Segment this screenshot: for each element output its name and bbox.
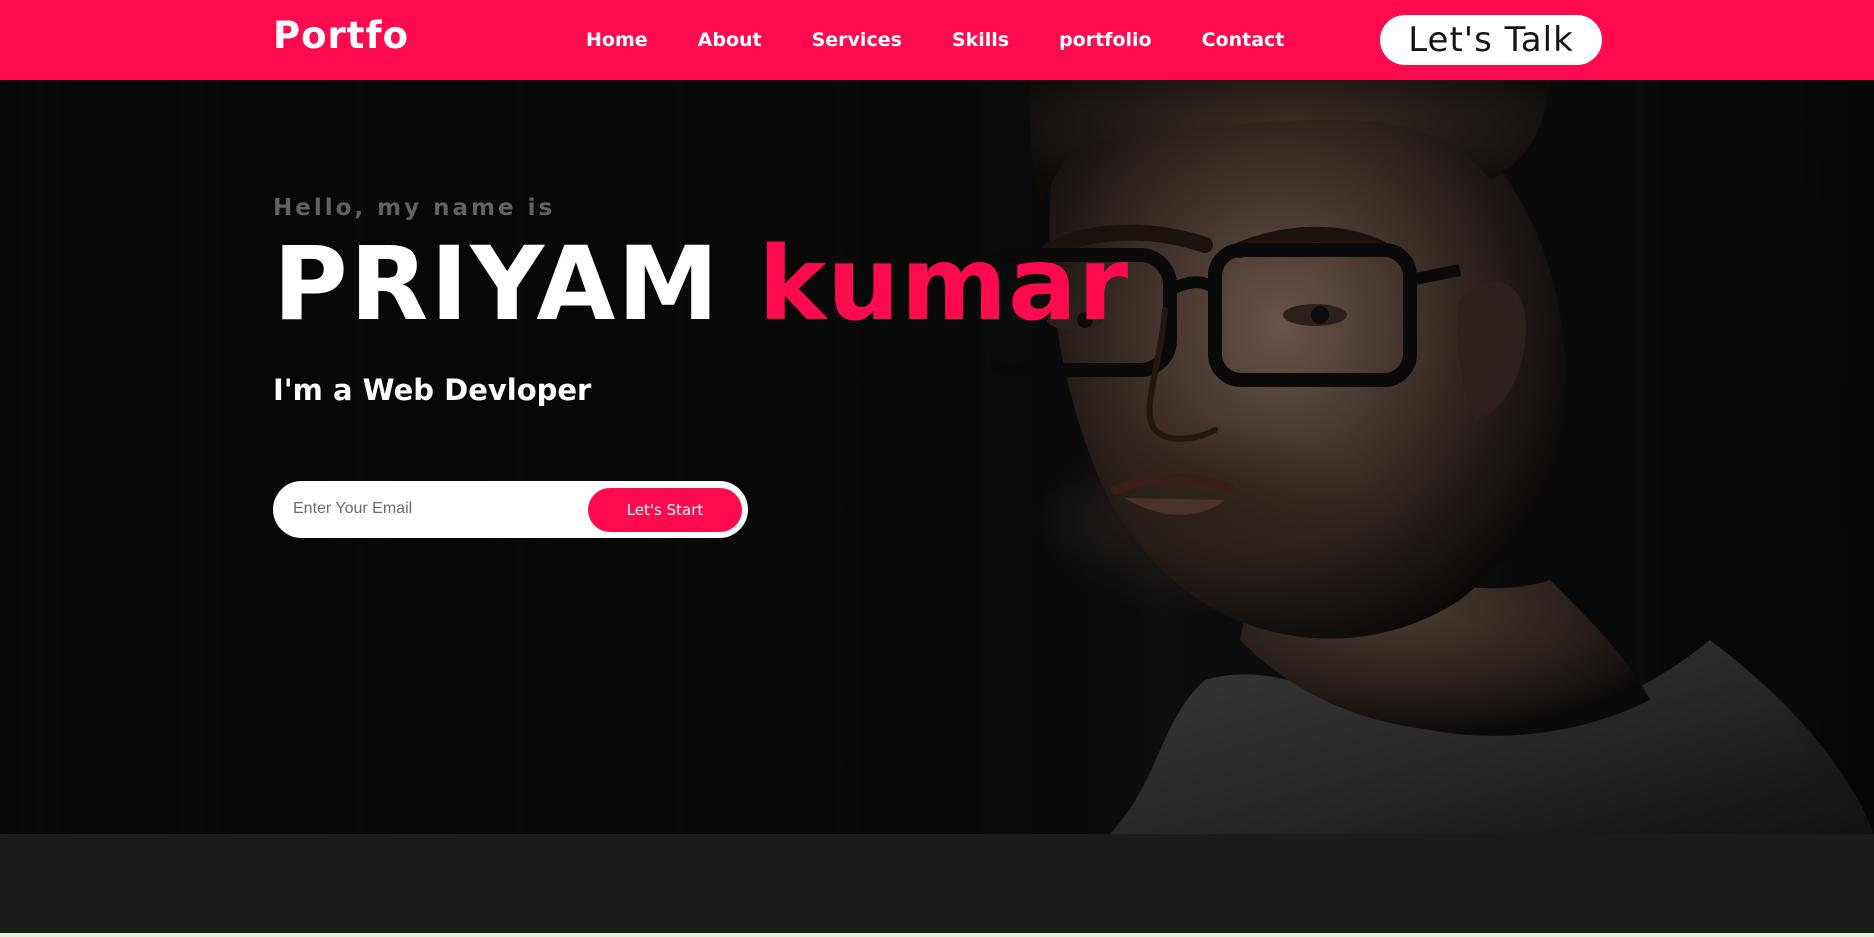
nav-link-portfolio[interactable]: portfolio	[1059, 29, 1152, 51]
site-logo[interactable]: Portfo	[273, 14, 409, 57]
section-divider	[0, 933, 1874, 937]
email-signup-form: Let's Start	[273, 481, 748, 538]
hero-role: I'm a Web Devloper	[273, 373, 592, 407]
nav-link-home[interactable]: Home	[586, 29, 648, 51]
hero-portrait-image	[990, 80, 1874, 834]
hero-last-name: kumar	[758, 225, 1130, 344]
hero-first-name: PRIYAM	[273, 225, 721, 344]
next-section	[0, 834, 1874, 933]
lets-talk-button[interactable]: Let's Talk	[1380, 15, 1602, 65]
nav-link-about[interactable]: About	[698, 29, 762, 51]
hero-name: PRIYAM kumar	[273, 226, 1129, 343]
nav-link-contact[interactable]: Contact	[1202, 29, 1285, 51]
navbar: Portfo Home About Services Skills portfo…	[0, 0, 1874, 80]
lets-start-button[interactable]: Let's Start	[588, 488, 742, 532]
main-nav: Home About Services Skills portfolio Con…	[586, 0, 1284, 80]
nav-link-services[interactable]: Services	[812, 29, 902, 51]
nav-link-skills[interactable]: Skills	[952, 29, 1009, 51]
hero-greeting: Hello, my name is	[273, 195, 556, 221]
email-input[interactable]	[291, 493, 581, 525]
hero-section: Hello, my name is PRIYAM kumar I'm a Web…	[0, 80, 1874, 834]
